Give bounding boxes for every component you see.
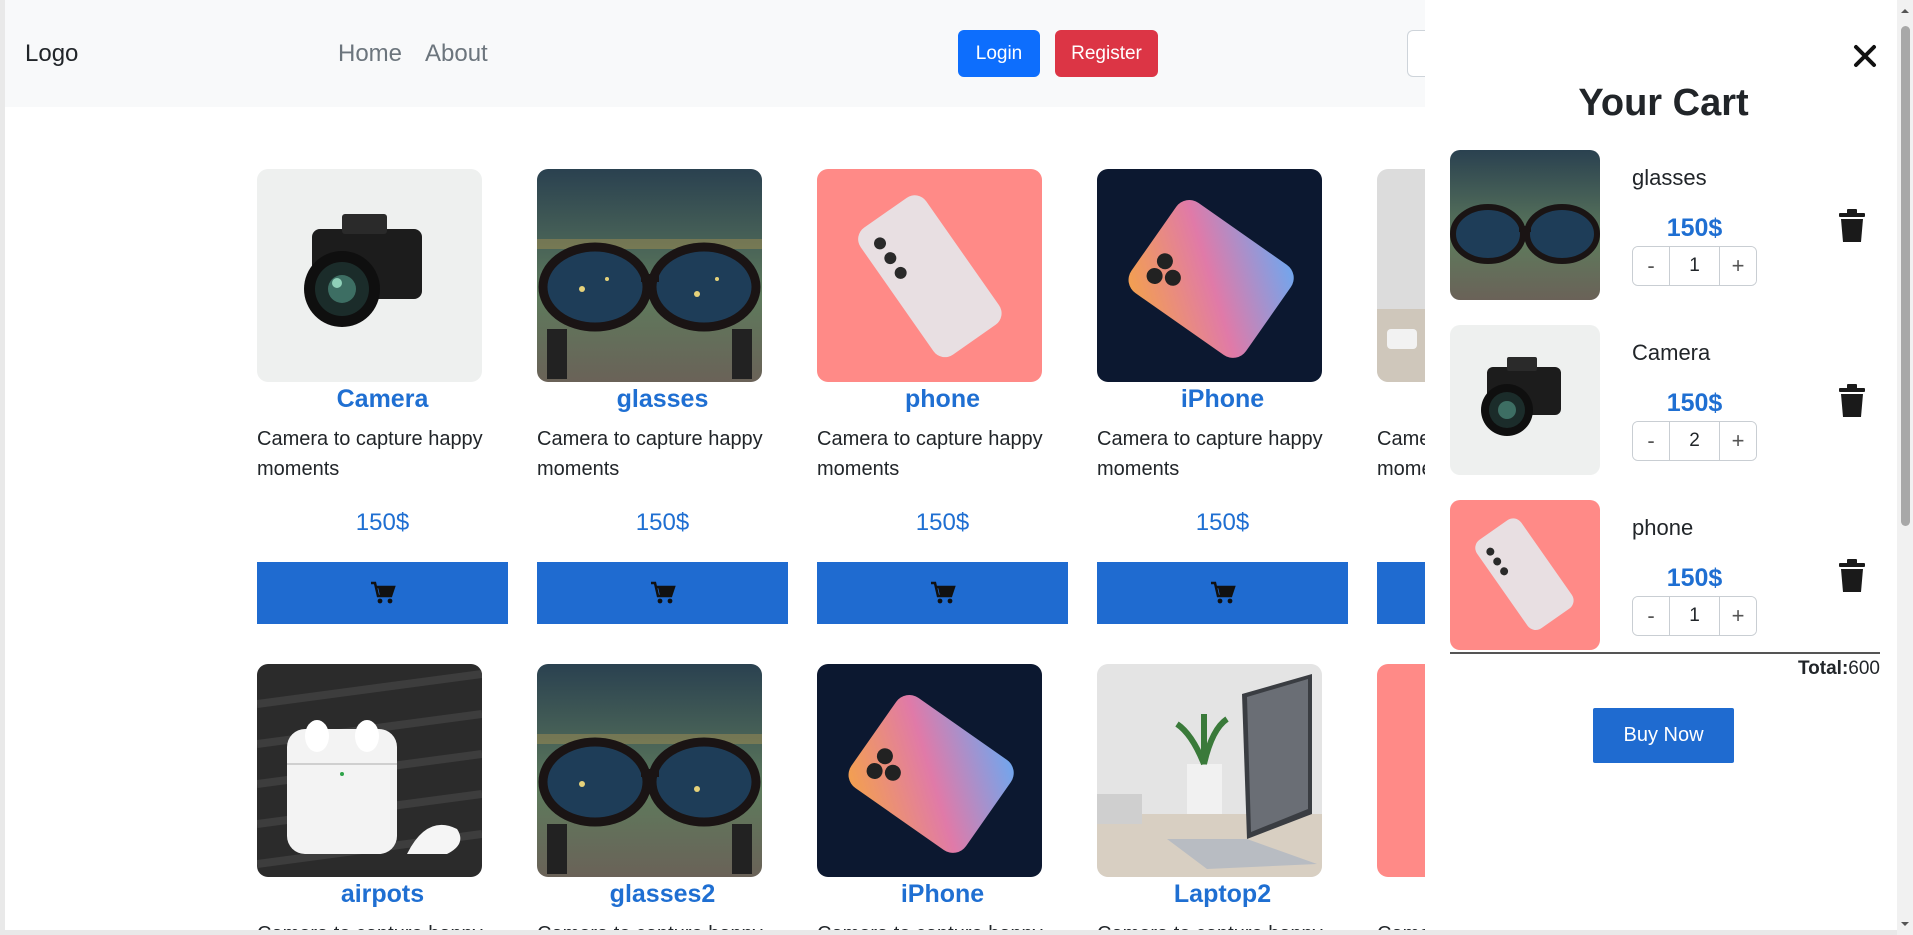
quantity-input[interactable] (1670, 597, 1719, 635)
page-viewport: Logo Home About Login Register Camera Ca… (5, 0, 1897, 930)
buy-now-button[interactable]: Buy Now (1593, 708, 1734, 763)
cart-item-name: Camera (1632, 340, 1711, 365)
close-button[interactable] (1847, 38, 1883, 74)
quantity-input[interactable] (1670, 422, 1719, 460)
phone-image (817, 169, 1042, 382)
trash-icon (1839, 209, 1865, 242)
glasses-image (537, 169, 762, 382)
product-price: 150$ (1195, 509, 1250, 536)
shopping-cart-icon (370, 581, 396, 604)
product-description: Camera to capture happy (817, 919, 1057, 930)
product-image-iphone[interactable] (1097, 169, 1322, 382)
cart-title: Your Cart (1578, 82, 1749, 124)
cart-item-price: 150$ (1666, 389, 1723, 417)
product-image-airpods[interactable] (257, 664, 482, 877)
product-description: Camera to capture happy moments (817, 428, 1043, 480)
remove-item-button[interactable] (1837, 208, 1867, 244)
cart-item-image (1450, 500, 1600, 650)
scrollbar-thumb[interactable] (1901, 26, 1910, 526)
total-label: Total: (1797, 658, 1849, 679)
add-to-cart-button[interactable] (1097, 562, 1348, 624)
camera-image (1450, 325, 1600, 475)
trash-icon (1839, 559, 1865, 592)
quantity-stepper: - + (1632, 596, 1757, 636)
total-value: 600 (1848, 658, 1880, 679)
quantity-stepper: - + (1632, 246, 1757, 286)
product-image-glasses2[interactable] (537, 664, 762, 877)
remove-item-button[interactable] (1837, 383, 1867, 419)
cart-item-name: phone (1632, 515, 1694, 540)
decrease-quantity-button[interactable]: - (1633, 422, 1670, 460)
add-to-cart-button[interactable] (537, 562, 788, 624)
glasses-image (537, 664, 762, 877)
nav-link-home[interactable]: Home (338, 40, 402, 68)
cart-item: glasses 150$ - + (1450, 150, 1880, 300)
cart-item-price: 150$ (1666, 564, 1723, 592)
product-title[interactable]: glasses2 (537, 880, 788, 909)
nav-link-about[interactable]: About (425, 40, 488, 68)
product-title[interactable]: Laptop2 (1097, 880, 1348, 909)
product-description: Camera to capture happy (537, 919, 777, 930)
scrollbar[interactable] (1897, 0, 1913, 935)
cart-item-price: 150$ (1666, 214, 1723, 242)
product-title[interactable]: glasses (537, 385, 788, 414)
product-image-iphone[interactable] (817, 664, 1042, 877)
product-description: Camera to capture happy (1097, 919, 1337, 930)
logo[interactable]: Logo (25, 40, 78, 68)
scroll-up-arrow-icon[interactable] (1900, 6, 1910, 16)
product-description: Camera to capture happy moments (1097, 428, 1323, 480)
trash-icon (1839, 384, 1865, 417)
product-image-camera[interactable] (257, 169, 482, 382)
increase-quantity-button[interactable]: + (1719, 247, 1756, 285)
total-divider (1450, 652, 1880, 654)
product-price: 150$ (915, 509, 970, 536)
product-title[interactable]: iPhone (1097, 385, 1348, 414)
close-icon (1854, 45, 1876, 67)
shopping-cart-icon (930, 581, 956, 604)
scroll-down-arrow-icon[interactable] (1900, 919, 1910, 929)
increase-quantity-button[interactable]: + (1719, 597, 1756, 635)
product-image-glasses[interactable] (537, 169, 762, 382)
remove-item-button[interactable] (1837, 558, 1867, 594)
product-title[interactable]: airpots (257, 880, 508, 909)
iphone-image (1097, 169, 1322, 382)
product-image-phone[interactable] (817, 169, 1042, 382)
product-title[interactable]: iPhone (817, 880, 1068, 909)
register-button[interactable]: Register (1055, 30, 1158, 77)
glasses-image (1450, 150, 1600, 300)
product-image-laptop2[interactable] (1097, 664, 1322, 877)
product-title[interactable]: phone (817, 385, 1068, 414)
product-description: Camera to capture happy (257, 919, 497, 930)
add-to-cart-button[interactable] (817, 562, 1068, 624)
cart-item-image (1450, 150, 1600, 300)
laptop-image (1097, 664, 1322, 877)
cart-total: Total:600 (1450, 658, 1880, 680)
decrease-quantity-button[interactable]: - (1633, 597, 1670, 635)
login-button[interactable]: Login (958, 30, 1040, 77)
cart-drawer: Your Cart glasses 150$ - 1 + Camera 150$… (1425, 0, 1897, 930)
decrease-quantity-button[interactable]: - (1633, 247, 1670, 285)
product-price: 150$ (635, 509, 690, 536)
iphone-image (817, 664, 1042, 877)
phone-image (1450, 500, 1600, 650)
cart-item: phone 150$ - + (1450, 500, 1880, 650)
shopping-cart-icon (650, 581, 676, 604)
product-price: 150$ (355, 509, 410, 536)
product-description: Camera to capture happy moments (537, 428, 763, 480)
product-description: Camera to capture happy moments (257, 428, 483, 480)
camera-image (257, 169, 482, 382)
shopping-cart-icon (1210, 581, 1236, 604)
cart-item: Camera 150$ - + (1450, 325, 1880, 475)
increase-quantity-button[interactable]: + (1719, 422, 1756, 460)
add-to-cart-button[interactable] (257, 562, 508, 624)
product-title[interactable]: Camera (257, 385, 508, 414)
quantity-input[interactable] (1670, 247, 1719, 285)
cart-item-image (1450, 325, 1600, 475)
quantity-stepper: - + (1632, 421, 1757, 461)
cart-item-name: glasses (1632, 165, 1707, 190)
airpods-image (257, 664, 482, 877)
